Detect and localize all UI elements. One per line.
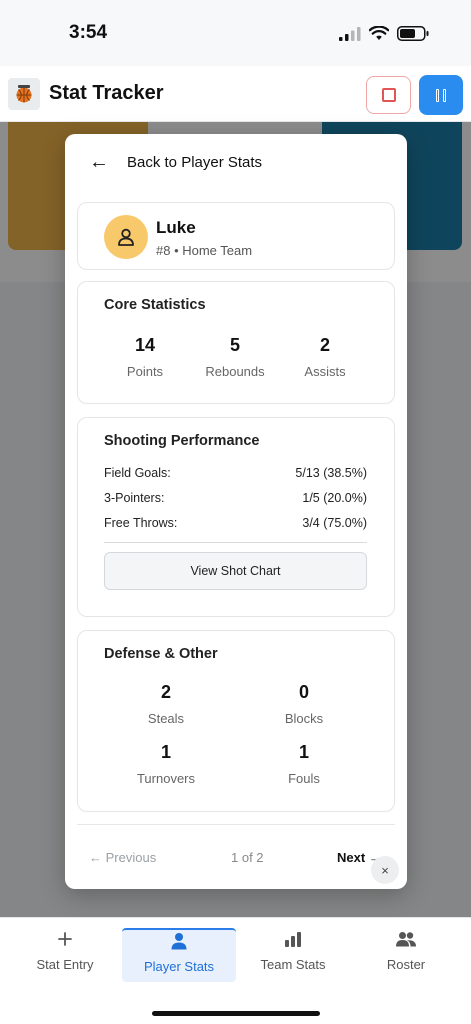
bottom-nav: Stat Entry Player Stats Team Stats Roste…: [0, 917, 471, 1024]
pause-button[interactable]: [419, 75, 463, 115]
pause-icon: [436, 88, 439, 102]
section-title: Shooting Performance: [104, 433, 260, 449]
shooting-row-three-pointers: 3-Pointers: 1/5 (20.0%): [104, 491, 367, 505]
stat-steals: 2 Steals: [121, 682, 211, 726]
stat-label: Points: [126, 364, 164, 379]
player-stats-modal: ← Back to Player Stats Luke #8 • Home Te…: [65, 134, 407, 889]
stat-fouls: 1 Fouls: [259, 742, 349, 786]
person-icon: [122, 930, 236, 952]
shooting-value: 1/5 (20.0%): [302, 491, 367, 505]
bar-chart-icon: [236, 928, 350, 950]
shooting-label: Free Throws:: [104, 516, 178, 530]
nav-roster[interactable]: Roster: [349, 928, 463, 982]
stop-button[interactable]: [366, 76, 411, 114]
avatar: [104, 215, 148, 259]
section-title: Core Statistics: [104, 297, 206, 313]
shooting-label: 3-Pointers:: [104, 491, 165, 505]
stat-label: Blocks: [284, 711, 324, 726]
close-icon: ×: [381, 862, 389, 878]
stat-value: 1: [298, 742, 309, 762]
close-button[interactable]: ×: [371, 856, 399, 884]
arrow-left-icon: ←: [89, 151, 109, 173]
view-shot-chart-button[interactable]: View Shot Chart: [104, 552, 367, 590]
user-icon: [118, 228, 134, 246]
player-card: Luke #8 • Home Team: [77, 202, 395, 270]
player-meta: #8 • Home Team: [156, 243, 253, 258]
stat-label: Turnovers: [136, 771, 196, 786]
shooting-label: Field Goals:: [104, 466, 171, 480]
stat-value: 1: [160, 742, 171, 762]
basketball-logo-icon: [8, 78, 40, 110]
shooting-row-field-goals: Field Goals: 5/13 (38.5%): [104, 466, 367, 480]
status-icons: [339, 26, 429, 41]
app-title: Stat Tracker: [49, 82, 164, 104]
core-statistics-card: Core Statistics 14 Points 5 Rebounds 2 A…: [77, 281, 395, 404]
stat-rebounds: 5 Rebounds: [190, 335, 280, 379]
nav-label: Player Stats: [143, 959, 215, 974]
stat-label: Steals: [147, 711, 185, 726]
shooting-performance-card: Shooting Performance Field Goals: 5/13 (…: [77, 417, 395, 617]
player-name: Luke: [156, 218, 196, 237]
nav-stat-entry[interactable]: Stat Entry: [8, 928, 122, 982]
app-header: Stat Tracker: [0, 66, 471, 122]
battery-icon: [397, 26, 429, 41]
stat-label: Fouls: [288, 771, 320, 786]
nav-player-stats[interactable]: Player Stats: [122, 928, 236, 982]
stat-assists: 2 Assists: [280, 335, 370, 379]
shooting-value: 3/4 (75.0%): [302, 516, 367, 530]
home-indicator: [152, 1011, 320, 1016]
signal-icon: [339, 26, 361, 41]
divider: [104, 542, 367, 543]
divider: [77, 824, 395, 825]
stat-points: 14 Points: [100, 335, 190, 379]
stat-value: 2: [160, 682, 171, 702]
stat-value: 0: [298, 682, 309, 702]
section-title: Defense & Other: [104, 646, 218, 662]
nav-label: Roster: [386, 957, 426, 972]
stat-blocks: 0 Blocks: [259, 682, 349, 726]
nav-label: Team Stats: [260, 957, 326, 972]
previous-button[interactable]: ← Previous: [89, 850, 156, 865]
back-to-player-stats-button[interactable]: ← Back to Player Stats: [89, 152, 262, 172]
defense-other-card: Defense & Other 2 Steals 0 Blocks 1 Turn…: [77, 630, 395, 812]
stat-label: Rebounds: [205, 364, 265, 379]
stop-icon: [381, 88, 396, 102]
status-time: 3:54: [69, 22, 108, 43]
shooting-row-free-throws: Free Throws: 3/4 (75.0%): [104, 516, 367, 530]
stat-turnovers: 1 Turnovers: [121, 742, 211, 786]
stat-value: 2: [319, 335, 330, 355]
nav-label: Stat Entry: [36, 957, 94, 972]
stat-value: 5: [229, 335, 240, 355]
plus-icon: [8, 928, 122, 950]
back-label: Back to Player Stats: [127, 153, 263, 171]
status-bar: 3:54: [0, 0, 471, 66]
users-icon: [349, 928, 463, 950]
stat-value: 14: [134, 335, 156, 355]
stat-label: Assists: [304, 364, 346, 379]
nav-team-stats[interactable]: Team Stats: [236, 928, 350, 982]
page-indicator: 1 of 2: [231, 850, 264, 865]
wifi-icon: [369, 26, 389, 40]
shooting-value: 5/13 (38.5%): [295, 466, 367, 480]
